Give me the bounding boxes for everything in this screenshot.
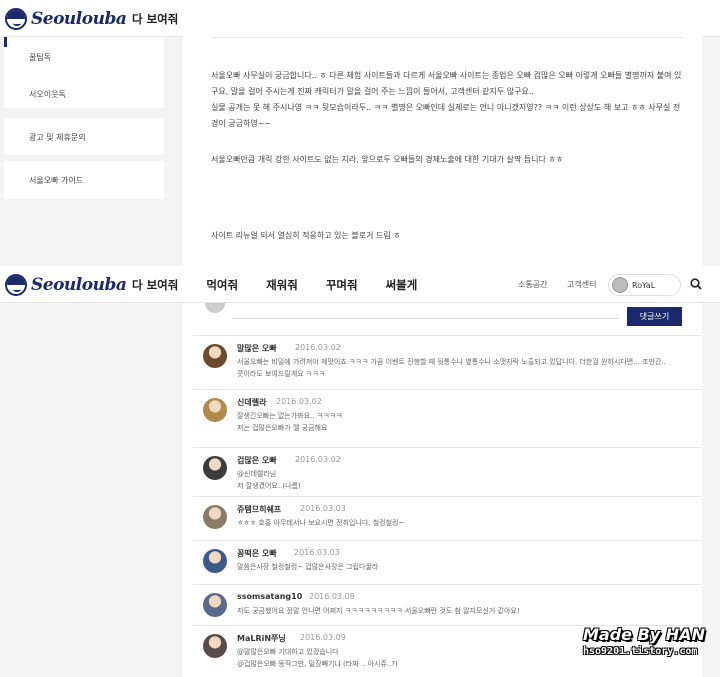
support-link[interactable]: 고객센터 [567, 279, 596, 290]
comment-item: 말많은 오빠 2016.03.02 서울오빠는 비밀에 가려져야 제맛이죠 ㅋㅋㅋ … [193, 335, 702, 389]
comment-author[interactable]: ssomsatang10 [237, 592, 302, 601]
watermark-url: hso9201.tistory.com [583, 646, 698, 657]
comment-text: 저는 겁많은오빠가 젤 궁금해요 [237, 424, 328, 432]
comment-date: 2016.03.08 [309, 592, 355, 601]
comment-text: 서울오빠는 비밀에 가려져야 제맛이죠 ㅋㅋㅋ 가끔 이벤트 진행할 때 뒷통수… [237, 358, 666, 366]
avatar [203, 549, 227, 573]
comment-text: 콧이라도 보여드릴게요 ㅋㅋㅋ [237, 370, 326, 378]
comment-text: @겁많은오빠 동작그만, 밑장빼기냐 (타짜 .. 아시쥬..?) [237, 660, 398, 668]
screenshot-top: Seoulouba 다 보여줘 먹여줘 재워줘 꾸며줘 써볼게 소통공간 고객센… [0, 0, 720, 266]
sidebar-active-indicator [4, 37, 7, 47]
sidebar-item-ad[interactable]: 광고 및 제휴문의 [29, 132, 86, 143]
post-body: 서울오빠 사무실이 궁금합니다.. ㅎ 다른 체험 사이트들과 다르게 서울오빠… [183, 0, 702, 266]
comment-date: 2016.03.09 [300, 633, 346, 642]
avatar [203, 456, 227, 480]
post-paragraph: 서울오빠만큼 개릭 강한 사이트도 없는 지라, 앞으로두 오빠들의 경제노출에… [211, 155, 564, 164]
nav-item-beauty[interactable]: 꾸며줘 [326, 277, 358, 293]
site-header: Seoulouba 다 보여줘 먹여줘 재워줘 꾸며줘 써볼게 소통공간 고객센… [0, 266, 720, 303]
nav-item-all[interactable]: 다 보여줘 [132, 11, 178, 27]
screenshot-bottom: Seoulouba 다 보여줘 먹여줘 재워줘 꾸며줘 써볼게 소통공간 고객센… [0, 266, 720, 677]
comment-date: 2016.03.03 [300, 504, 346, 513]
avatar [203, 634, 227, 658]
divider [211, 37, 683, 38]
sidebar-item-neighbors[interactable]: 서오이웃독 [29, 89, 66, 100]
sidebar-guide-box: 서울오빠 가이드 [4, 161, 164, 199]
search-icon[interactable] [690, 278, 702, 290]
comment-item: ssomsatang10 2016.03.08 저도 궁금했어요 정말 언니면 어쩌… [193, 584, 702, 625]
avatar [205, 303, 225, 313]
comment-author[interactable]: MaLRiN쭈닝 [237, 633, 286, 644]
user-menu[interactable]: RoYaL [608, 274, 681, 296]
post-paragraph: 실물 공개는 못 해 주시나영 ㅋㅋ 뒷모습이라두.. ㅋㅋ 별명은 오빠인데 … [211, 103, 681, 128]
comment-text: 저도 궁금했어요 정말 언니면 어쩌지 ㅋㅋㅋㅋㅋㅋㅋㅋㅋ 서울오빠란 것도 참… [237, 607, 520, 615]
avatar [203, 593, 227, 617]
comments-section: 댓글쓰기 말많은 오빠 2016.03.02 서울오빠는 비밀에 가려져야 제맛이죠… [183, 303, 702, 677]
avatar [612, 277, 628, 293]
comment-text: @신데렐라님 [237, 470, 277, 478]
comment-author[interactable]: 쥬템므히쉐프 [237, 504, 281, 515]
comment-item: 겁많은 오빠 2016.03.02 @신데렐라님저 잘생겼어요..(나름) [193, 447, 702, 496]
comment-item: 꽁떡은 오빠 2016.03.03 말씀은사장 철컹철컹~ 겁많은사장은 그립다꿀라 [193, 540, 702, 584]
comment-author[interactable]: 꽁떡은 오빠 [237, 548, 277, 559]
nav-item-eat[interactable]: 먹여줘 [206, 277, 238, 293]
comment-date: 2016.03.03 [294, 548, 340, 557]
site-logo[interactable]: Seoulouba [5, 6, 127, 32]
sidebar-menu: 꿀팁독 서오이웃독 [4, 37, 164, 108]
logo-face-icon [5, 274, 27, 296]
comment-text: 저 잘생겼어요..(나름) [237, 482, 301, 490]
logo-face-icon [5, 8, 27, 30]
comment-input[interactable] [233, 303, 619, 319]
comment-author[interactable]: 신데렐라 [237, 397, 266, 408]
comment-text: 말씀은사장 철컹철컹~ 겁많은사장은 그립다꿀라 [237, 563, 379, 571]
sidebar-item-guide[interactable]: 서울오빠 가이드 [29, 175, 83, 186]
avatar [203, 505, 227, 529]
site-logo[interactable]: Seoulouba [5, 272, 127, 298]
comment-text: 잘생긴오빠는 없는가봐요.. ㅋㅋㅋㅋ [237, 412, 343, 420]
nav-item-stay[interactable]: 재워줘 [266, 277, 298, 293]
post-paragraph: 서울오빠 사무실이 궁금합니다.. ㅎ 다른 체험 사이트들과 다르게 서울오빠… [211, 71, 682, 96]
avatar [203, 398, 227, 422]
main-nav: 다 보여줘 먹여줘 재워줘 꾸며줘 써볼게 [132, 277, 445, 293]
post-paragraph: 사이트 리뉴얼 되서 열심히 적응하고 있는 블로거 드림 ㅎ [211, 231, 401, 240]
comment-author[interactable]: 말많은 오빠 [237, 343, 277, 354]
comment-date: 2016.03.02 [276, 397, 322, 406]
community-link[interactable]: 소통공간 [518, 279, 547, 290]
sidebar-ad-box: 광고 및 제휴문의 [4, 118, 164, 155]
comment-item: 신데렐라 2016.03.02 잘생긴오빠는 없는가봐요.. ㅋㅋㅋㅋ 저는 겁많은오… [193, 389, 702, 447]
avatar [203, 344, 227, 368]
watermark: Made By HAN hso9201.tistory.com [583, 625, 713, 657]
sidebar-item-tips[interactable]: 꿀팁독 [29, 52, 51, 63]
nav-item-all[interactable]: 다 보여줘 [132, 277, 178, 293]
comment-text: ㅎㅎㅎ 호홍 아무데서나 보요시면 정취입니다. 철컹철컹~ [237, 519, 405, 527]
user-name: RoYaL [632, 280, 656, 290]
comment-date: 2016.03.02 [295, 455, 341, 464]
comment-submit-button[interactable]: 댓글쓰기 [627, 307, 682, 326]
nav-item-review[interactable]: 써볼게 [386, 277, 418, 293]
comment-author[interactable]: 겁많은 오빠 [237, 455, 277, 466]
comment-date: 2016.03.02 [295, 343, 341, 352]
comment-item: 쥬템므히쉐프 2016.03.03 ㅎㅎㅎ 호홍 아무데서나 보요시면 정취입니다.… [193, 496, 702, 540]
watermark-title: Made By HAN [583, 625, 705, 644]
